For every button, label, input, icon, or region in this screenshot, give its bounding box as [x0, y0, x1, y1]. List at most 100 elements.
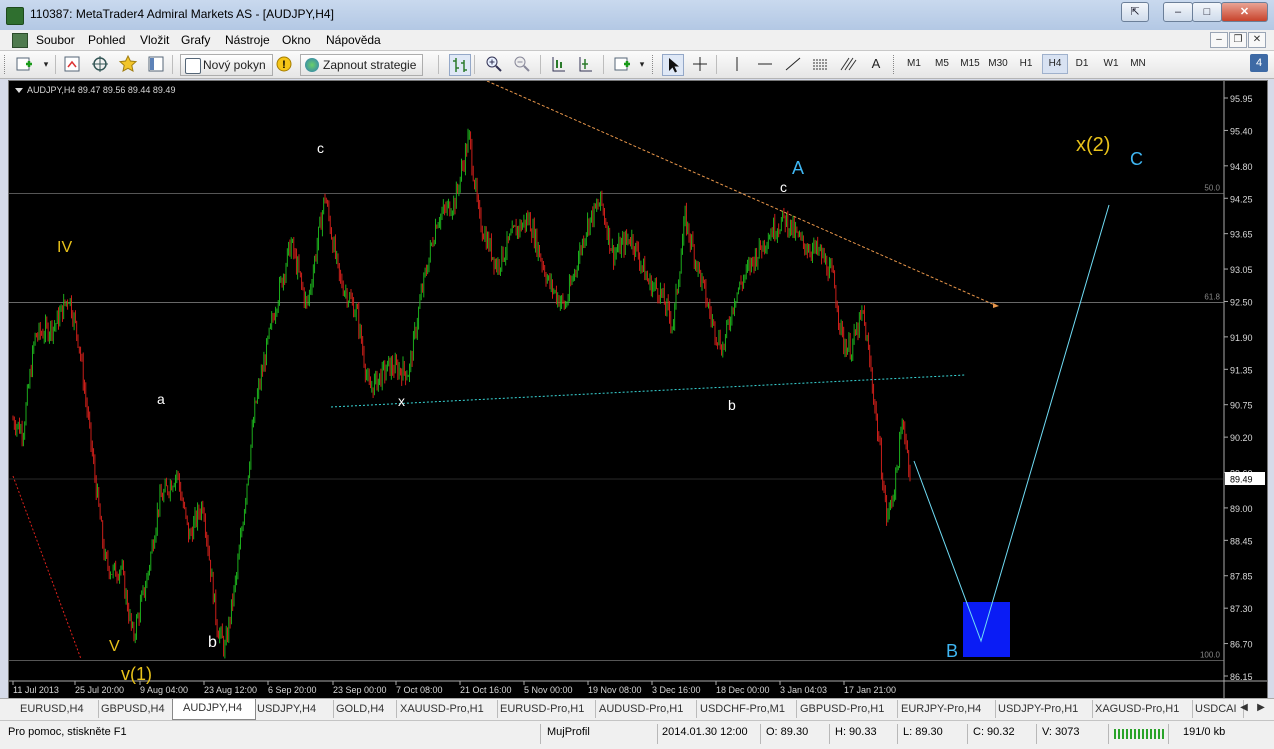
chart-shift-icon[interactable] [548, 54, 568, 74]
status-traffic: 191/0 kb [1183, 726, 1226, 738]
channel-icon[interactable] [810, 54, 830, 74]
tab-eurjpy-pro-h4[interactable]: EURJPY-Pro,H4 [891, 700, 996, 718]
timeframe-m5[interactable]: M5 [930, 54, 954, 74]
restore-window-icon[interactable]: ⇱ [1121, 2, 1149, 22]
price-tick-label: 88.45 [1230, 536, 1253, 546]
status-low: L: 89.30 [903, 726, 943, 738]
status-separator [1036, 724, 1037, 744]
cursor-arrow-icon[interactable] [662, 54, 684, 76]
menu-okno[interactable]: Okno [282, 33, 311, 47]
tab-gold-h4[interactable]: GOLD,H4 [326, 700, 397, 718]
status-separator [967, 724, 968, 744]
price-tick-label: 94.25 [1230, 194, 1253, 204]
text-tool-icon[interactable]: A [866, 54, 886, 74]
status-separator [1108, 724, 1109, 744]
chart-window[interactable]: 95.95 95.40 94.80 94.25 93.65 93.05 92.50 91.90… [8, 80, 1268, 699]
navigator-icon[interactable] [90, 54, 110, 74]
menu-soubor[interactable]: Soubor [36, 33, 75, 47]
notification-badge[interactable]: 4 [1250, 54, 1268, 72]
price-tick-label: 86.15 [1230, 672, 1253, 682]
crosshair-icon[interactable] [690, 54, 710, 74]
mdi-restore-button[interactable]: ❐ [1229, 32, 1247, 48]
status-datetime: 2014.01.30 12:00 [662, 726, 748, 738]
wave-label: c [317, 140, 324, 156]
menu-vlozit[interactable]: Vložit [140, 33, 169, 47]
new-chart-icon[interactable] [14, 54, 34, 74]
timeframe-m30[interactable]: M30 [986, 54, 1010, 74]
window-title: 110387: MetaTrader4 Admiral Markets AS -… [30, 7, 334, 21]
tab-audjpy-h4[interactable]: AUDJPY,H4 [172, 699, 256, 720]
indicators-dropdown-icon[interactable]: ▾ [632, 54, 652, 74]
wave-label: C [1130, 149, 1143, 169]
toolbar-separator [716, 55, 717, 74]
trendline-icon[interactable] [783, 54, 803, 74]
minimize-button[interactable]: – [1163, 2, 1193, 22]
alert-warning-icon[interactable]: ! [274, 54, 294, 74]
menu-grafy[interactable]: Grafy [181, 33, 210, 47]
tab-xagusd-pro-h1[interactable]: XAGUSD-Pro,H1 [1085, 700, 1193, 718]
timeframe-mn[interactable]: MN [1126, 54, 1150, 74]
tab-usdjpy-h4[interactable]: USDJPY,H4 [247, 700, 334, 718]
tab-usdcad[interactable]: USDCAI [1185, 700, 1244, 718]
timeframe-h1[interactable]: H1 [1014, 54, 1038, 74]
price-chart[interactable]: 95.95 95.40 94.80 94.25 93.65 93.05 92.50 91.90… [9, 81, 1267, 698]
terminal-window-icon[interactable] [146, 54, 166, 74]
bar-chart-icon[interactable] [449, 54, 471, 76]
toolbar-grip [893, 55, 898, 74]
zoom-out-icon[interactable] [512, 54, 532, 74]
price-tick-label: 87.30 [1230, 604, 1253, 614]
autotrading-label: Zapnout strategie [323, 58, 417, 72]
tab-audusd-pro-h1[interactable]: AUDUSD-Pro,H1 [589, 700, 697, 718]
timeframe-m15[interactable]: M15 [958, 54, 982, 74]
autotrading-button[interactable]: Zapnout strategie [300, 54, 424, 76]
favorites-star-icon[interactable] [118, 54, 138, 74]
tab-xauusd-pro-h1[interactable]: XAUUSD-Pro,H1 [390, 700, 498, 718]
time-tick-label: 25 Jul 20:00 [75, 685, 124, 695]
tab-scroll-right-icon[interactable]: ▶ [1254, 701, 1268, 715]
status-volume: V: 3073 [1042, 726, 1080, 738]
title-bar: 110387: MetaTrader4 Admiral Markets AS -… [0, 0, 1274, 31]
menu-nastroje[interactable]: Nástroje [225, 33, 270, 47]
tab-usdchf-pro-m1[interactable]: USDCHF-Pro,M1 [690, 700, 797, 718]
close-button[interactable]: ✕ [1221, 2, 1268, 22]
timeframe-m1[interactable]: M1 [902, 54, 926, 74]
mdi-close-button[interactable]: ✕ [1248, 32, 1266, 48]
indicators-add-icon[interactable] [612, 54, 632, 74]
market-watch-icon[interactable] [62, 54, 82, 74]
status-profile[interactable]: MujProfil [547, 726, 590, 738]
horizontal-line-icon[interactable] [755, 54, 775, 74]
timeframe-d1[interactable]: D1 [1070, 54, 1094, 74]
toolbar-separator [55, 55, 56, 74]
tab-gbpusd-pro-h1[interactable]: GBPUSD-Pro,H1 [790, 700, 898, 718]
time-tick-label: 23 Aug 12:00 [204, 685, 257, 695]
tab-gbpusd-h4[interactable]: GBPUSD,H4 [91, 700, 180, 718]
vertical-line-icon[interactable] [727, 54, 747, 74]
dropdown-arrow-icon[interactable]: ▾ [36, 54, 56, 74]
wave-label: b [208, 634, 217, 651]
wave-label: V [109, 638, 120, 655]
fibonacci-icon[interactable] [838, 54, 858, 74]
time-tick-label: 5 Nov 00:00 [524, 685, 573, 695]
wave-label: v(1) [121, 664, 152, 684]
autotrading-icon [305, 58, 319, 72]
tab-usdjpy-pro-h1[interactable]: USDJPY-Pro,H1 [988, 700, 1093, 718]
timeframe-h4[interactable]: H4 [1042, 54, 1068, 74]
tab-eurusd-pro-h1[interactable]: EURUSD-Pro,H1 [490, 700, 596, 718]
maximize-button[interactable]: □ [1192, 2, 1222, 22]
menu-pohled[interactable]: Pohled [88, 33, 125, 47]
zoom-in-icon[interactable] [484, 54, 504, 74]
chart-window-icon[interactable] [12, 33, 28, 48]
price-tick-label: 90.75 [1230, 401, 1253, 411]
menu-napoveda[interactable]: Nápověda [326, 33, 381, 47]
tab-scroll-left-icon[interactable]: ◀ [1237, 701, 1251, 715]
status-separator [1168, 724, 1169, 744]
timeframe-w1[interactable]: W1 [1099, 54, 1123, 74]
mdi-minimize-button[interactable]: – [1210, 32, 1228, 48]
status-separator [657, 724, 658, 744]
fibo-level-label: 50.0 [1204, 184, 1220, 193]
new-order-button[interactable]: Nový pokyn [180, 54, 273, 76]
price-tick-label: 87.85 [1230, 572, 1253, 582]
autoscroll-icon[interactable] [575, 54, 595, 74]
time-tick-label: 9 Aug 04:00 [140, 685, 188, 695]
tab-eurusd-h4[interactable]: EURUSD,H4 [10, 700, 99, 718]
